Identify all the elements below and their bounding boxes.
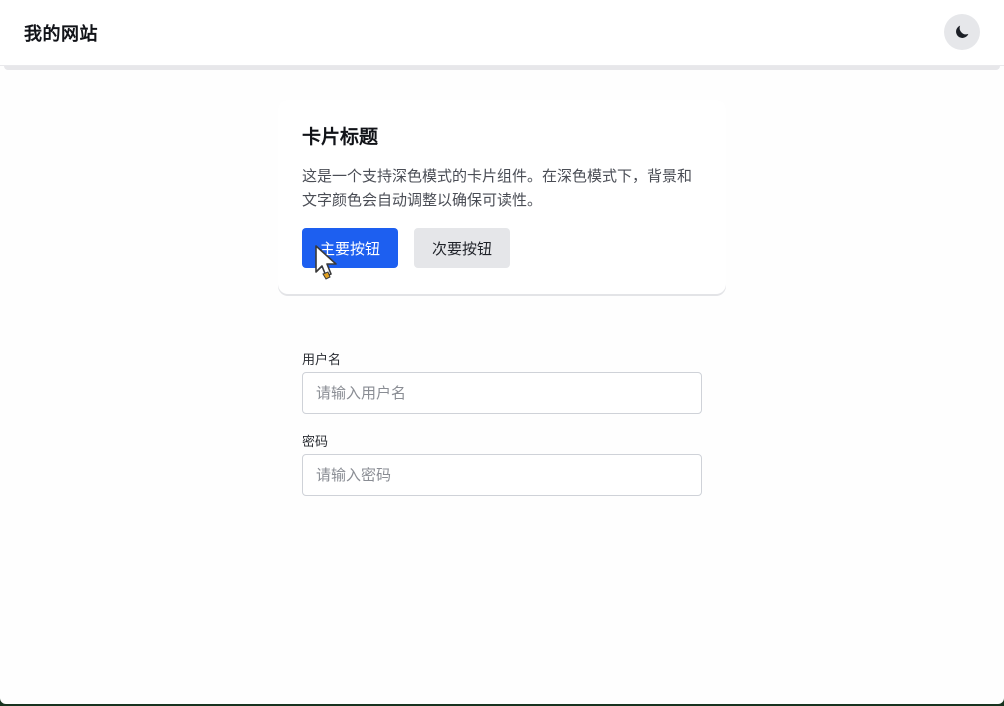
username-label: 用户名 xyxy=(302,353,342,368)
primary-button[interactable]: 主要按钮 xyxy=(302,228,398,268)
password-input[interactable] xyxy=(302,454,702,496)
moon-icon xyxy=(956,25,969,38)
secondary-button[interactable]: 次要按钮 xyxy=(414,228,510,268)
site-title: 我的网站 xyxy=(24,24,98,45)
card-description: 这是一个支持深色模式的卡片组件。在深色模式下，背景和文字颜色会自动调整以确保可读… xyxy=(302,167,693,209)
card-title: 卡片标题 xyxy=(302,126,379,148)
card: 卡片标题 这是一个支持深色模式的卡片组件。在深色模式下，背景和文字颜色会自动调整… xyxy=(278,100,726,294)
navbar: 我的网站 xyxy=(0,0,1004,70)
password-label: 密码 xyxy=(302,435,329,450)
username-input[interactable] xyxy=(302,372,702,414)
page-frame: 我的网站 卡片标题 这是一个支持深色模式的卡片组件。在深色模式下，背景和文字颜色… xyxy=(0,0,1004,704)
theme-toggle-button[interactable] xyxy=(944,14,980,50)
